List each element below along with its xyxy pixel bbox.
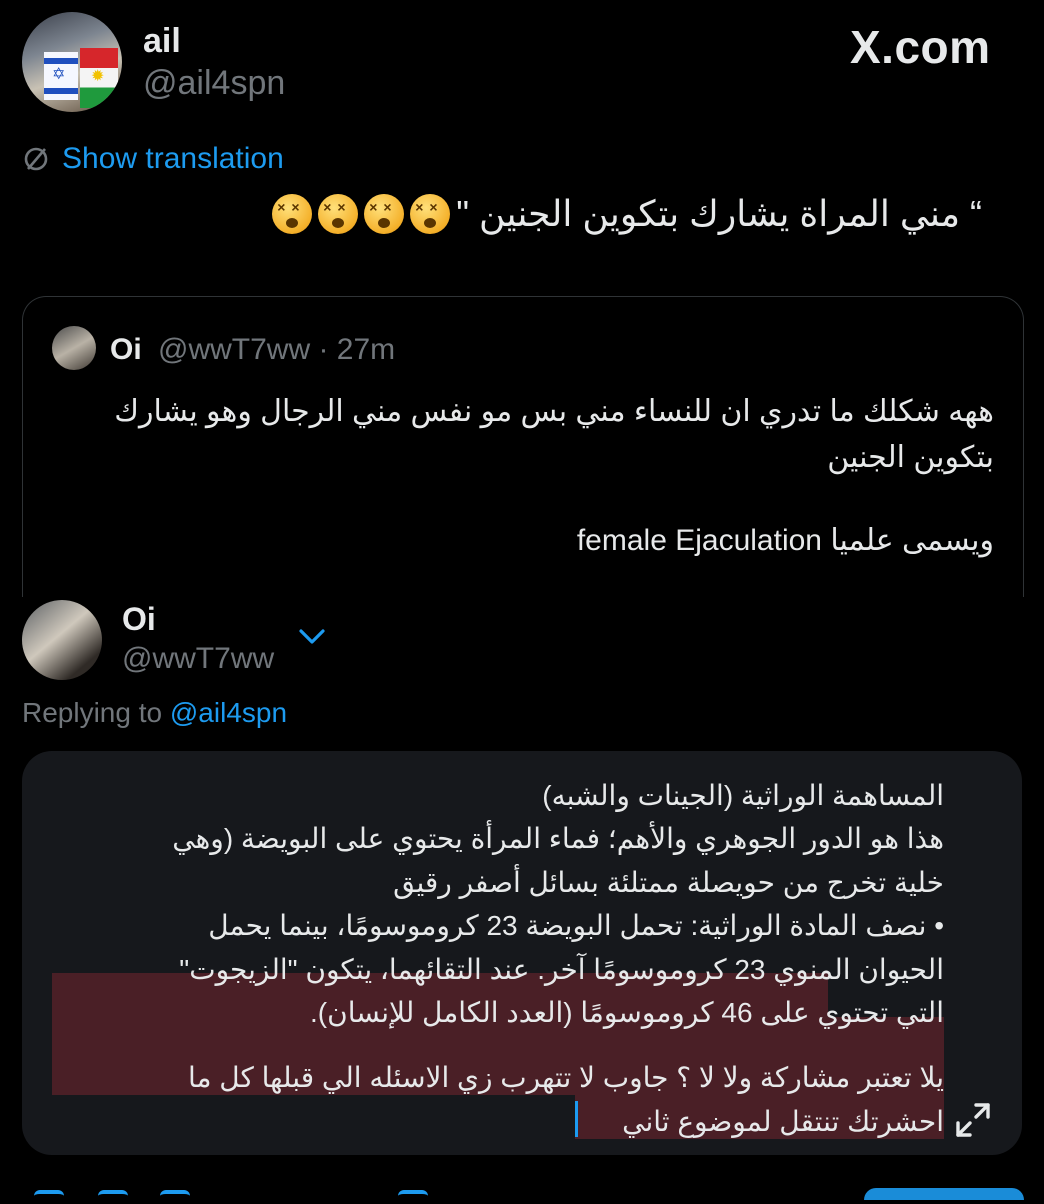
author-handle[interactable]: @ail4spn <box>143 64 285 103</box>
composer-line[interactable]: هذا هو الدور الجوهري والأهم؛ فماء المرأة… <box>64 817 944 861</box>
quote-author-name: Oi <box>110 333 142 366</box>
expand-icon[interactable] <box>954 1101 994 1141</box>
replying-to: Replying to @ail4spn <box>22 697 287 729</box>
author-name[interactable]: ail <box>143 22 181 61</box>
replying-prefix: Replying to <box>22 697 170 728</box>
composer-line[interactable]: الحيوان المنوي 23 كروموسومًا آخر. عند ال… <box>64 948 944 992</box>
face-with-crossed-out-eyes-icon <box>318 194 359 234</box>
face-with-crossed-out-eyes-icon <box>364 194 405 234</box>
face-with-crossed-out-eyes-icon <box>410 194 451 234</box>
site-logo: X.com <box>850 21 991 73</box>
composer-line[interactable]: التي تحتوي على 46 كروموسومًا (العدد الكا… <box>64 991 944 1035</box>
tweet-text: “ مني المراة يشارك بتكوين الجنين " <box>456 193 982 234</box>
israel-flag-icon: ✡ <box>44 52 78 100</box>
composer-line[interactable]: خلية تخرج من حويصلة ممتلئة بسائل أصفر رق… <box>64 861 944 905</box>
show-translation-label: Show translation <box>62 142 284 175</box>
show-translation-link[interactable]: Show translation <box>22 142 284 176</box>
poll-icon[interactable] <box>160 1190 190 1204</box>
text-cursor <box>575 1101 578 1137</box>
media-icon[interactable] <box>34 1190 64 1204</box>
quote-text-line-1: ههه شكلك ما تدري ان للنساء مني بس مو نفس… <box>114 395 994 428</box>
reply-author-handle: @wwT7ww <box>122 642 275 675</box>
quote-avatar <box>52 326 96 370</box>
quote-text-line-2: بتكوين الجنين <box>827 441 994 474</box>
no-translate-icon <box>24 147 48 171</box>
gif-icon[interactable] <box>98 1190 128 1204</box>
replying-to-handle-link[interactable]: @ail4spn <box>170 697 287 728</box>
kurdistan-flag-icon: ✹ <box>80 48 118 108</box>
quote-text-line-3: ويسمى علميا female Ejaculation <box>576 524 994 557</box>
composer-line[interactable]: • نصف المادة الوراثية: تحمل البويضة 23 ك… <box>64 904 944 948</box>
reply-author-name: Oi <box>122 601 156 637</box>
chevron-down-icon[interactable] <box>298 628 326 651</box>
composer-line[interactable]: احشرتك تنتقل لموضوع ثاني <box>64 1100 944 1144</box>
location-icon[interactable] <box>398 1190 428 1204</box>
face-with-crossed-out-eyes-icon <box>272 194 313 234</box>
composer-line[interactable]: يلا تعتبر مشاركة ولا لا ؟ جاوب لا تتهرب … <box>64 1056 944 1100</box>
tweet-text-row: “ مني المراة يشارك بتكوين الجنين " <box>272 193 994 235</box>
author-avatar[interactable]: ✡ ✹ <box>22 12 122 112</box>
quote-handle-time: @wwT7ww · 27m <box>158 333 396 366</box>
reply-button[interactable] <box>864 1188 1024 1200</box>
reply-avatar[interactable] <box>22 600 102 680</box>
composer-line[interactable]: المساهمة الوراثية (الجينات والشبه) <box>64 774 944 818</box>
